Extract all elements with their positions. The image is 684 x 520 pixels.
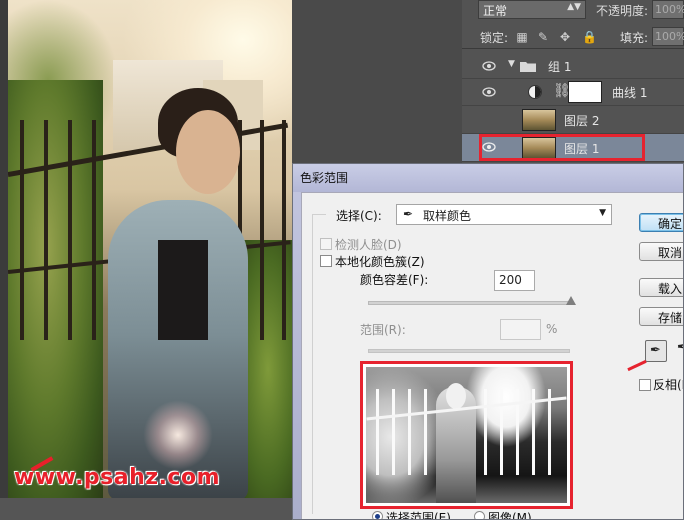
selection-preview-highlight: [360, 361, 573, 509]
group-border: [312, 214, 313, 514]
watermark-text: www.psahz.com: [14, 465, 221, 490]
visibility-eye-icon[interactable]: [482, 59, 496, 73]
preview-fence-bar: [424, 389, 427, 475]
folder-icon: [520, 62, 536, 72]
chevron-down-icon: ▼: [599, 208, 606, 218]
fuzziness-slider-track[interactable]: [368, 301, 570, 305]
fuzziness-slider-thumb[interactable]: [566, 296, 576, 305]
ok-button[interactable]: 确定: [639, 213, 683, 232]
selection-preview[interactable]: [366, 367, 567, 503]
lock-position-icon[interactable]: ✥: [559, 31, 571, 43]
eyedropper-icon: ✒: [650, 343, 661, 358]
fuzziness-label: 颜色容差(F):: [360, 273, 429, 287]
view-selection-label: 选择范围(E): [386, 511, 451, 520]
preview-fence-bar: [408, 389, 411, 475]
eyedropper-icon: ✒: [403, 207, 414, 221]
view-image-radio[interactable]: [474, 511, 485, 519]
blend-mode-select[interactable]: 正常 ▲▼: [478, 0, 586, 19]
preview-fence-bar: [484, 389, 487, 475]
localized-clusters-checkbox[interactable]: [320, 255, 332, 267]
fence-bar: [260, 120, 264, 340]
layers-panel: 正常 ▲▼ 不透明度: 100% 锁定: ▦ ✎ ✥ 🔒 填充: 100% ▼ …: [462, 0, 684, 165]
fence-bar: [282, 120, 286, 340]
document-canvas[interactable]: www.psahz.com: [8, 0, 292, 498]
lock-transparent-pixels-icon[interactable]: ▦: [516, 31, 528, 43]
detect-faces-checkbox[interactable]: [320, 238, 332, 250]
layer-row-layer1-selected[interactable]: 图层 1: [462, 134, 684, 162]
detect-faces-label: 检测人脸(D): [335, 238, 402, 252]
preview-fence-bar: [548, 389, 551, 475]
preview-fence-bar: [500, 389, 503, 475]
range-unit: %: [546, 322, 558, 336]
layer-name: 组 1: [548, 60, 572, 74]
visibility-eye-icon[interactable]: [482, 85, 496, 99]
fill-label: 填充:: [620, 31, 649, 45]
lock-row: 锁定: ▦ ✎ ✥ 🔒 填充: 100%: [462, 27, 684, 49]
fill-input[interactable]: 100%: [652, 27, 684, 46]
invert-label: 反相(I): [653, 378, 683, 392]
fence-bar: [44, 120, 48, 340]
range-slider-track[interactable]: [368, 349, 570, 353]
select-value: 取样颜色: [423, 209, 472, 223]
invert-checkbox[interactable]: [639, 379, 651, 391]
chevron-updown-icon: ▲▼: [567, 2, 581, 12]
layer-row-group[interactable]: ▼ 组 1: [462, 53, 684, 79]
dialog-body: 选择(C): ✒ 取样颜色 ▼ 检测人脸(D) 本地化颜色簇(Z) 颜色容差(F…: [301, 192, 683, 520]
eyedropper-tool-button[interactable]: ✒: [645, 340, 667, 362]
dialog-title: 色彩范围: [300, 171, 349, 185]
fence-bar: [68, 120, 72, 340]
eyedropper-add-icon[interactable]: ✒: [677, 340, 683, 355]
layer-mask-thumbnail[interactable]: [568, 81, 602, 103]
blend-row: 正常 ▲▼ 不透明度: 100%: [462, 0, 684, 22]
lock-image-pixels-icon[interactable]: ✎: [537, 31, 549, 43]
fuzziness-input[interactable]: 200: [494, 270, 535, 291]
layer-name: 图层 2: [564, 114, 600, 128]
preview-subject-head: [446, 383, 466, 409]
expand-triangle-icon[interactable]: ▼: [508, 59, 515, 69]
layer-row-layer2[interactable]: 图层 2: [462, 106, 684, 134]
lock-all-icon[interactable]: 🔒: [582, 31, 597, 43]
subject-shirt: [158, 240, 208, 340]
lens-flare: [143, 400, 213, 470]
opacity-label: 不透明度:: [596, 4, 649, 18]
range-label: 范围(R):: [360, 323, 406, 337]
color-range-dialog: 色彩范围 选择(C): ✒ 取样颜色 ▼ 检测人脸(D) 本地化颜色簇(Z) 颜…: [292, 163, 684, 520]
preview-fence-bar: [376, 389, 379, 475]
highlight-box: [479, 134, 645, 161]
preview-fence-bar: [392, 389, 395, 475]
select-label: 选择(C):: [336, 209, 382, 223]
group-border-top: [312, 214, 326, 215]
view-selection-radio[interactable]: [372, 511, 383, 519]
blend-mode-value: 正常: [483, 4, 508, 18]
localized-clusters-label: 本地化颜色簇(Z): [335, 255, 425, 269]
load-button[interactable]: 载入(L)...: [639, 278, 683, 297]
cancel-button[interactable]: 取消: [639, 242, 683, 261]
layer-thumbnail: [522, 109, 556, 131]
dialog-titlebar[interactable]: 色彩范围: [293, 164, 683, 192]
layer-row-curves[interactable]: ⛓ 曲线 1: [462, 79, 684, 106]
adjustment-layer-icon: [528, 85, 542, 99]
fence-bar: [92, 120, 96, 340]
save-button[interactable]: 存储(S)...: [639, 307, 683, 326]
lock-label: 锁定:: [480, 31, 509, 45]
fence-bar: [20, 120, 24, 340]
view-image-label: 图像(M): [488, 511, 532, 520]
canvas-status-bar: [0, 498, 292, 520]
select-dropdown[interactable]: ✒ 取样颜色 ▼: [396, 204, 612, 225]
subject-face: [176, 110, 240, 194]
range-input[interactable]: [500, 319, 541, 340]
layer-name: 曲线 1: [612, 86, 648, 100]
opacity-input[interactable]: 100%: [652, 0, 684, 19]
